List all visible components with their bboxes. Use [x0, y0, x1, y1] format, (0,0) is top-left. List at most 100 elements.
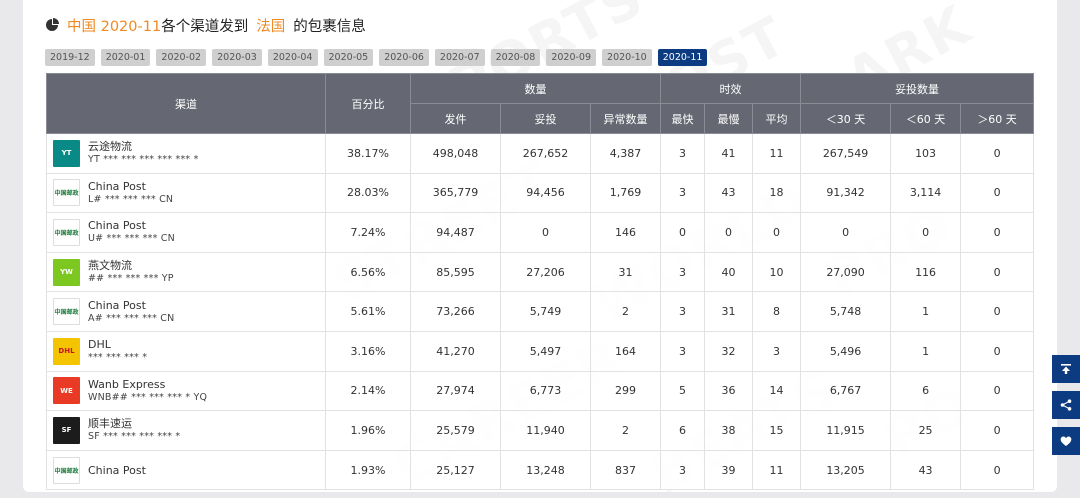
cell-gt60: 0: [960, 172, 1035, 214]
cell-abnormal: 2: [589, 410, 662, 451]
month-tab-2019-12[interactable]: 2019-12: [45, 49, 95, 66]
table-row: 中国邮政 China Post 1.93% 25,127 13,248 837 3 39 11 1…: [46, 449, 1035, 491]
header-lt30: ＜30 天: [800, 103, 892, 134]
month-tab-2020-10[interactable]: 2020-10: [602, 49, 652, 66]
cell-delivered: 5,749: [500, 291, 591, 332]
channel-tracking-mask: ## *** *** *** YP: [88, 273, 174, 285]
channel-text: DHL *** *** *** *: [88, 338, 147, 364]
cell-gt60: 0: [960, 212, 1035, 253]
channel-tracking-mask: A# *** *** *** CN: [88, 312, 175, 324]
cell-delivered: 13,248: [500, 449, 591, 491]
title-prefix: 中国 2020-11: [67, 18, 162, 35]
carrier-logo-text: 中国邮政: [54, 309, 79, 317]
back-to-top-button[interactable]: [1052, 355, 1080, 383]
cell-slowest: 32: [704, 330, 754, 372]
group-header-timeliness: 时效: [660, 73, 802, 104]
cell-slowest: 36: [704, 370, 754, 412]
channel-name: China Post: [88, 298, 146, 312]
cell-abnormal: 1,769: [589, 172, 662, 214]
channel-wrap: DHL DHL *** *** *** *: [53, 337, 325, 365]
cell-lt60: 25: [890, 410, 962, 451]
channel-wrap: YT 云途物流 YT *** *** *** *** *** *: [53, 139, 325, 167]
month-tab-2020-08[interactable]: 2020-08: [490, 49, 541, 66]
carrier-logo-icon: 中国邮政: [53, 456, 80, 484]
channel-wrap: 中国邮政 China Post L# *** *** *** CN: [53, 179, 325, 207]
header-channel: 渠道: [46, 73, 326, 134]
channel-tracking-mask: WNB## *** *** *** * YQ: [88, 391, 208, 403]
channel-cell: 中国邮政 China Post L# *** *** *** CN: [46, 172, 326, 214]
channel-table: 渠道 百分比 数量 时效 妥投数量 发件 妥投 异常数量 最快 最慢 平均 ＜3…: [46, 73, 1035, 491]
cell-gt60: 0: [960, 133, 1035, 174]
table-row: 中国邮政 China Post L# *** *** *** CN 28.03% 365…: [46, 172, 1035, 214]
carrier-logo-text: YT: [61, 149, 72, 158]
cell-slowest: 41: [704, 133, 754, 174]
cell-fastest: 3: [660, 133, 706, 174]
cell-lt30: 5,496: [800, 330, 892, 372]
month-tab-2020-07[interactable]: 2020-07: [434, 49, 485, 66]
month-tab-2020-03[interactable]: 2020-03: [212, 49, 262, 66]
cell-lt30: 0: [800, 212, 892, 253]
carrier-logo-text: SF: [61, 426, 72, 435]
channel-cell: YW 燕文物流 ## *** *** *** YP: [46, 251, 326, 293]
cell-gt60: 0: [960, 449, 1035, 491]
cell-abnormal: 146: [589, 212, 662, 253]
carrier-logo-text: 中国邮政: [54, 229, 79, 237]
cell-average: 8: [752, 291, 802, 332]
header-shipped: 发件: [410, 103, 501, 134]
back-to-top-icon: [1061, 364, 1071, 374]
month-tab-2020-01[interactable]: 2020-01: [100, 49, 151, 66]
channel-name: 顺丰速运: [88, 417, 132, 431]
carrier-logo-text: WE: [60, 386, 73, 395]
month-tab-2020-06[interactable]: 2020-06: [379, 49, 429, 66]
cell-lt30: 13,205: [800, 449, 892, 491]
cell-percent: 1.96%: [325, 410, 411, 451]
group-header-quantity: 数量: [409, 73, 662, 104]
table-row: DHL DHL *** *** *** * 3.16% 41,270 5,497 164 3 3…: [46, 330, 1035, 372]
channel-wrap: SF 顺丰速运 SF *** *** *** *** *: [53, 416, 325, 444]
carrier-logo-text: 中国邮政: [54, 190, 79, 198]
channel-cell: SF 顺丰速运 SF *** *** *** *** *: [46, 410, 326, 451]
channel-cell: 中国邮政 China Post U# *** *** *** CN: [46, 212, 326, 253]
channel-text: China Post A# *** *** *** CN: [88, 299, 174, 325]
cell-lt30: 11,915: [800, 410, 892, 451]
channel-text: Wanb Express WNB## *** *** *** * YQ: [88, 378, 207, 404]
cell-slowest: 38: [704, 410, 754, 451]
channel-name: 云途物流: [88, 140, 132, 154]
channel-text: 云途物流 YT *** *** *** *** *** *: [88, 140, 199, 166]
channel-name: China Post: [88, 463, 146, 477]
channel-wrap: 中国邮政 China Post U# *** *** *** CN: [53, 218, 325, 246]
channel-text: China Post L# *** *** *** CN: [88, 180, 173, 206]
channel-cell: 中国邮政 China Post: [46, 449, 326, 491]
channel-wrap: YW 燕文物流 ## *** *** *** YP: [53, 258, 325, 286]
heart-icon: [1060, 436, 1072, 446]
cell-percent: 5.61%: [325, 291, 411, 332]
carrier-logo-icon: 中国邮政: [53, 179, 80, 207]
cell-shipped: 41,270: [410, 330, 501, 372]
channel-text: 顺丰速运 SF *** *** *** *** *: [88, 417, 180, 443]
cell-gt60: 0: [960, 370, 1035, 412]
cell-percent: 6.56%: [325, 251, 411, 293]
month-tab-2020-05[interactable]: 2020-05: [323, 49, 374, 66]
month-tab-2020-04[interactable]: 2020-04: [267, 49, 318, 66]
cell-delivered: 11,940: [500, 410, 591, 451]
cell-delivered: 27,206: [500, 251, 591, 293]
cell-percent: 28.03%: [325, 172, 411, 214]
table-row: YT 云途物流 YT *** *** *** *** *** * 38.17% 498,…: [46, 133, 1035, 174]
cell-average: 11: [752, 449, 802, 491]
month-tab-2020-09[interactable]: 2020-09: [546, 49, 597, 66]
title-suffix: 的包裹信息: [293, 18, 366, 35]
cell-lt30: 91,342: [800, 172, 892, 214]
header-average: 平均: [752, 103, 802, 134]
cell-fastest: 3: [660, 330, 706, 372]
month-tab-2020-11[interactable]: 2020-11: [657, 49, 708, 66]
carrier-logo-icon: WE: [53, 377, 80, 405]
title-middle: 各个渠道发到: [161, 18, 249, 35]
cell-lt60: 0: [890, 212, 962, 253]
favorite-button[interactable]: [1052, 427, 1080, 455]
cell-slowest: 31: [704, 291, 754, 332]
cell-abnormal: 299: [589, 370, 662, 412]
title-country: 法国: [256, 18, 286, 35]
cell-delivered: 6,773: [500, 370, 591, 412]
month-tab-2020-02[interactable]: 2020-02: [156, 49, 207, 66]
share-button[interactable]: [1052, 391, 1080, 419]
